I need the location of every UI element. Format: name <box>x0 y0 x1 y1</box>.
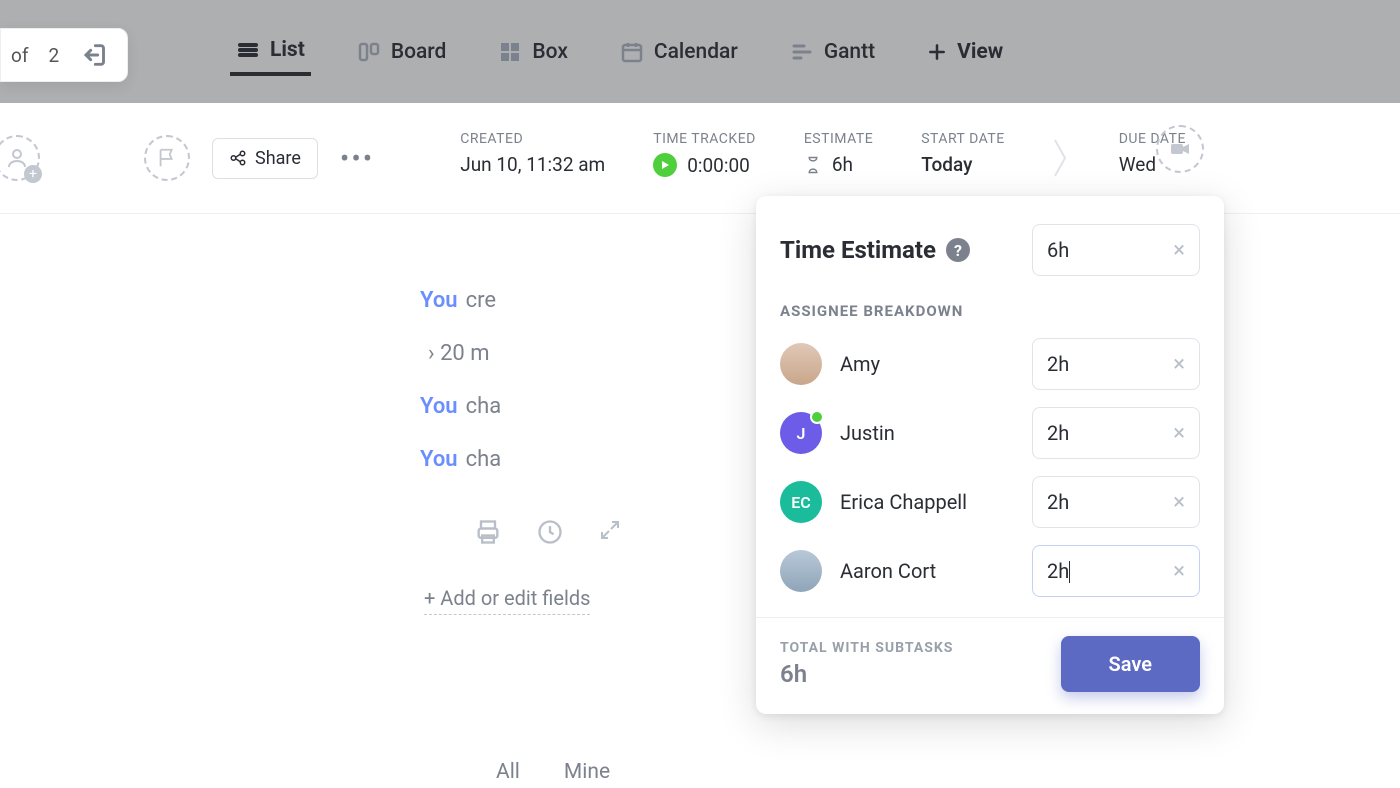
avatar: EC <box>780 481 822 523</box>
hourglass-icon <box>804 156 822 174</box>
tab-list[interactable]: List <box>230 28 311 76</box>
list-icon <box>236 38 260 62</box>
board-icon <box>357 40 381 64</box>
add-fields-button[interactable]: + Add or edit fields <box>424 586 590 615</box>
activity-actor: You <box>420 394 458 419</box>
assignee-name: Justin <box>840 421 895 445</box>
add-view-label: View <box>957 40 1003 64</box>
activity-text: cha <box>466 447 502 472</box>
online-status-icon <box>810 410 824 424</box>
assignee-name: Aaron Cort <box>840 559 936 583</box>
popover-title: Time Estimate <box>780 236 936 264</box>
filter-all-tab[interactable]: All <box>496 760 520 784</box>
time-tracked-value: 0:00:00 <box>687 154 750 177</box>
page-indicator: of 2 <box>0 28 128 82</box>
save-button[interactable]: Save <box>1061 636 1200 692</box>
assignee-estimate-value: 2h <box>1047 352 1069 376</box>
clear-icon[interactable]: × <box>1173 421 1185 446</box>
total-estimate-value: 6h <box>1047 238 1069 262</box>
gantt-icon <box>790 40 814 64</box>
clear-icon[interactable]: × <box>1173 559 1185 584</box>
assignee-name: Amy <box>840 352 880 376</box>
add-view-button[interactable]: View <box>921 30 1009 74</box>
assignee-row: J Justin 2h × <box>780 407 1200 459</box>
activity-text: cre <box>466 288 496 313</box>
page-of-label: of <box>11 44 28 67</box>
box-icon <box>498 40 522 64</box>
assignee-estimate-value: 2h <box>1047 421 1069 445</box>
help-icon[interactable]: ? <box>946 238 970 262</box>
total-value: 6h <box>780 660 953 688</box>
tab-box-label: Box <box>532 40 568 64</box>
assignee-estimate-input[interactable]: 2h × <box>1032 338 1200 390</box>
time-estimate-popover: Time Estimate ? 6h × ASSIGNEE BREAKDOWN … <box>756 196 1224 714</box>
assignee-add-button[interactable]: + <box>0 135 40 181</box>
assignee-row: EC Erica Chappell 2h × <box>780 476 1200 528</box>
date-range-separator <box>1053 131 1071 185</box>
expand-icon[interactable] <box>598 518 622 546</box>
assignee-breakdown-label: ASSIGNEE BREAKDOWN <box>780 302 1200 320</box>
created-value: Jun 10, 11:32 am <box>460 153 605 176</box>
tab-board-label: Board <box>391 40 447 64</box>
assignee-name: Erica Chappell <box>840 490 967 514</box>
clear-icon[interactable]: × <box>1173 490 1185 515</box>
calendar-icon <box>620 40 644 64</box>
estimate-value: 6h <box>832 153 853 176</box>
assignee-estimate-input[interactable]: 2h × <box>1032 407 1200 459</box>
avatar-initials: EC <box>791 493 810 512</box>
start-date-value: Today <box>921 153 1005 176</box>
clear-icon[interactable]: × <box>1173 352 1185 377</box>
filter-mine-tab[interactable]: Mine <box>564 760 610 784</box>
assignee-row: Amy 2h × <box>780 338 1200 390</box>
activity-actor: You <box>420 447 458 472</box>
activity-actor: You <box>420 288 458 313</box>
avatar-initials: J <box>797 424 806 443</box>
flag-button[interactable] <box>144 135 190 181</box>
exit-icon[interactable] <box>79 41 107 69</box>
tab-gantt-label: Gantt <box>824 40 875 64</box>
activity-text: › 20 m <box>428 341 490 366</box>
clear-icon[interactable]: × <box>1173 238 1185 263</box>
video-call-button[interactable] <box>1156 125 1204 173</box>
avatar <box>780 343 822 385</box>
play-icon[interactable] <box>653 153 677 177</box>
time-tracked-meta: TIME TRACKED 0:00:00 <box>653 131 756 177</box>
assignee-estimate-value: 2h <box>1047 559 1069 583</box>
assignee-estimate-input[interactable]: 2h × <box>1032 476 1200 528</box>
tab-calendar[interactable]: Calendar <box>614 30 744 74</box>
tab-calendar-label: Calendar <box>654 40 738 64</box>
created-label: CREATED <box>460 131 605 147</box>
share-label: Share <box>255 148 301 169</box>
estimate-label: ESTIMATE <box>804 131 873 147</box>
print-icon[interactable] <box>474 518 502 546</box>
avatar <box>780 550 822 592</box>
total-label: TOTAL WITH SUBTASKS <box>780 640 953 656</box>
tab-list-label: List <box>270 38 305 62</box>
share-button[interactable]: Share <box>212 138 318 179</box>
activity-text: cha <box>466 394 502 419</box>
tab-gantt[interactable]: Gantt <box>784 30 881 74</box>
history-icon[interactable] <box>536 518 564 546</box>
start-date-meta[interactable]: START DATE Today <box>921 131 1005 176</box>
created-meta: CREATED Jun 10, 11:32 am <box>460 131 605 176</box>
estimate-meta[interactable]: ESTIMATE 6h <box>804 131 873 176</box>
page-total: 2 <box>48 44 59 67</box>
plus-icon <box>927 42 947 62</box>
plus-badge-icon: + <box>24 165 42 183</box>
assignee-row: Aaron Cort 2h × <box>780 545 1200 597</box>
more-menu[interactable]: ••• <box>340 142 374 175</box>
start-date-label: START DATE <box>921 131 1005 147</box>
view-tabs: List Board Box Calendar Gantt <box>0 0 1400 103</box>
avatar: J <box>780 412 822 454</box>
assignee-estimate-value: 2h <box>1047 490 1069 514</box>
assignee-estimate-input[interactable]: 2h × <box>1032 545 1200 597</box>
tab-box[interactable]: Box <box>492 30 574 74</box>
tab-board[interactable]: Board <box>351 30 453 74</box>
time-tracked-label: TIME TRACKED <box>653 131 756 147</box>
total-estimate-input[interactable]: 6h × <box>1032 224 1200 276</box>
